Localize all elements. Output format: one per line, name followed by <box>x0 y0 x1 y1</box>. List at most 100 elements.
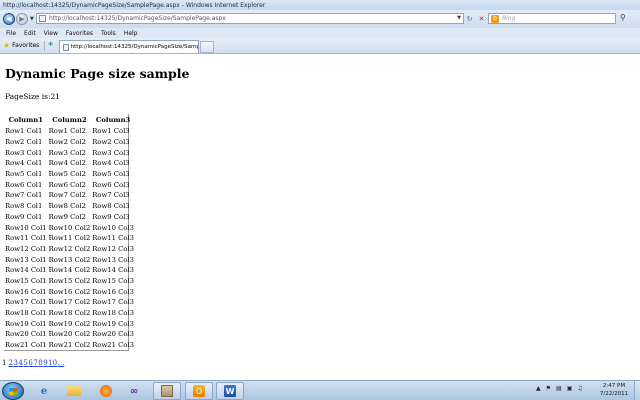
menu-file[interactable]: File <box>6 30 16 37</box>
address-dropdown-icon[interactable]: ▼ <box>457 15 461 21</box>
table-cell: Row8 Col3 <box>92 202 130 211</box>
address-bar[interactable]: http://localhost:14325/DynamicPageSize/S… <box>36 13 464 24</box>
table-cell: Row1 Col1 <box>5 127 43 136</box>
new-tab-button[interactable] <box>200 41 214 53</box>
search-placeholder: Bing <box>502 15 516 22</box>
table-row: Row2 Col1 Row2 Col2 Row2 Col3 <box>4 137 135 148</box>
taskbar-clock[interactable]: 2:47 PM 7/22/2011 <box>596 383 632 398</box>
bing-icon: b <box>491 14 499 23</box>
taskbar-explorer-icon[interactable] <box>60 382 88 400</box>
table-cell: Row18 Col2 <box>48 309 91 318</box>
menu-bar: File Edit View Favorites Tools Help <box>0 28 640 38</box>
taskbar-visual-studio-icon[interactable]: ∞ <box>120 382 148 400</box>
table-row: Row1 Col1 Row1 Col2 Row1 Col3 <box>4 126 135 137</box>
table-cell: Row8 Col1 <box>5 202 43 211</box>
table-cell: Row18 Col1 <box>5 309 47 318</box>
favorites-label: Favorites <box>12 42 40 49</box>
favorites-divider <box>44 41 45 51</box>
table-cell: Row2 Col3 <box>92 138 130 147</box>
table-cell: Row11 Col3 <box>92 234 134 243</box>
table-cell: Row5 Col2 <box>48 170 86 179</box>
table-cell: Row14 Col2 <box>48 266 91 275</box>
show-desktop-button[interactable] <box>634 381 640 400</box>
window-title: http://localhost:14325/DynamicPageSize/S… <box>3 1 266 9</box>
taskbar-ie-icon[interactable]: e <box>30 382 58 400</box>
grid-header-column1: Column1 <box>8 116 43 124</box>
grid-header-row: Column1 Column2 Column3 <box>4 114 135 126</box>
taskbar-outlook-icon[interactable]: O <box>185 382 213 400</box>
table-cell: Row16 Col1 <box>5 287 47 296</box>
flag-icon[interactable]: ⚑ <box>546 385 551 392</box>
table-row: Row17 Col1 Row17 Col2 Row17 Col3 <box>4 297 135 308</box>
tray-expand-icon[interactable]: ▲ <box>536 385 541 392</box>
table-cell: Row7 Col3 <box>92 191 130 200</box>
table-cell: Row3 Col2 <box>48 148 86 157</box>
table-cell: Row9 Col1 <box>5 212 43 221</box>
table-cell: Row12 Col1 <box>5 244 47 253</box>
table-cell: Row10 Col3 <box>92 223 134 232</box>
table-row: Row9 Col1 Row9 Col2 Row9 Col3 <box>4 212 135 223</box>
table-cell: Row20 Col3 <box>92 330 134 339</box>
search-input[interactable]: b Bing <box>488 13 616 24</box>
table-row: Row4 Col1 Row4 Col2 Row4 Col3 <box>4 158 135 169</box>
table-cell: Row17 Col3 <box>92 298 134 307</box>
grid-pager: 1 2345678910... <box>2 359 65 367</box>
menu-view[interactable]: View <box>44 30 58 37</box>
menu-tools[interactable]: Tools <box>101 30 116 37</box>
table-row: Row8 Col1 Row8 Col2 Row8 Col3 <box>4 201 135 212</box>
table-cell: Row8 Col2 <box>48 202 86 211</box>
table-row: Row5 Col1 Row5 Col2 Row5 Col3 <box>4 169 135 180</box>
table-cell: Row14 Col3 <box>92 266 134 275</box>
recent-pages-dropdown-icon[interactable]: ▼ <box>30 16 34 22</box>
taskbar-setup-icon[interactable] <box>153 382 181 400</box>
network-icon[interactable]: ▤ <box>556 385 562 392</box>
add-favorite-icon[interactable]: ✚ <box>48 41 57 50</box>
table-cell: Row15 Col1 <box>5 276 47 285</box>
pager-current-page: 1 <box>2 359 7 367</box>
table-cell: Row19 Col1 <box>5 319 47 328</box>
table-cell: Row6 Col2 <box>48 180 86 189</box>
menu-edit[interactable]: Edit <box>24 30 36 37</box>
table-row: Row6 Col1 Row6 Col2 Row6 Col3 <box>4 179 135 190</box>
refresh-icon[interactable]: ↻ <box>465 13 474 24</box>
table-cell: Row9 Col3 <box>92 212 130 221</box>
table-cell: Row16 Col3 <box>92 287 134 296</box>
search-icon[interactable]: ⚲ <box>620 13 632 24</box>
tab-sample-page[interactable]: http://localhost:14325/DynamicPageSize/S… <box>59 40 199 53</box>
table-cell: Row19 Col2 <box>48 319 91 328</box>
page-icon <box>39 15 46 22</box>
table-cell: Row1 Col2 <box>48 127 86 136</box>
menu-help[interactable]: Help <box>124 30 138 37</box>
pager-link[interactable]: 10 <box>48 359 57 367</box>
table-cell: Row10 Col2 <box>48 223 91 232</box>
title-bar: http://localhost:14325/DynamicPageSize/S… <box>0 0 640 10</box>
page-content: Dynamic Page size sample PageSize is:21 … <box>0 55 640 380</box>
taskbar-media-player-icon[interactable] <box>92 382 120 400</box>
table-cell: Row3 Col1 <box>5 148 43 157</box>
table-cell: Row18 Col3 <box>92 309 134 318</box>
menu-favorites[interactable]: Favorites <box>66 30 93 37</box>
page-size-label: PageSize is:21 <box>5 92 61 101</box>
navigation-bar: ◀ ▶ ▼ http://localhost:14325/DynamicPage… <box>0 10 640 28</box>
table-cell: Row4 Col1 <box>5 159 43 168</box>
table-cell: Row16 Col2 <box>48 287 91 296</box>
table-cell: Row11 Col1 <box>5 234 47 243</box>
favorites-button[interactable]: ★ Favorites <box>3 41 39 50</box>
address-url[interactable]: http://localhost:14325/DynamicPageSize/S… <box>49 15 226 22</box>
taskbar-word-icon[interactable]: W <box>216 382 244 400</box>
table-cell: Row20 Col1 <box>5 330 47 339</box>
table-cell: Row7 Col2 <box>48 191 86 200</box>
stop-icon[interactable]: ✕ <box>477 13 486 24</box>
table-row: Row21 Col1 Row21 Col2 Row21 Col3 <box>4 340 135 351</box>
forward-arrow-icon[interactable]: ▶ <box>16 13 28 25</box>
table-cell: Row9 Col2 <box>48 212 86 221</box>
back-arrow-icon[interactable]: ◀ <box>3 13 15 25</box>
volume-icon[interactable]: ♫ <box>577 385 582 392</box>
table-cell: Row6 Col1 <box>5 180 43 189</box>
table-cell: Row14 Col1 <box>5 266 47 275</box>
table-row: Row10 Col1 Row10 Col2 Row10 Col3 <box>4 222 135 233</box>
start-button[interactable] <box>2 382 24 400</box>
display-icon[interactable]: ▣ <box>567 385 573 392</box>
favorites-bar: ★ Favorites ✚ http://localhost:14325/Dyn… <box>0 38 640 54</box>
pager-link[interactable]: ... <box>58 359 65 367</box>
